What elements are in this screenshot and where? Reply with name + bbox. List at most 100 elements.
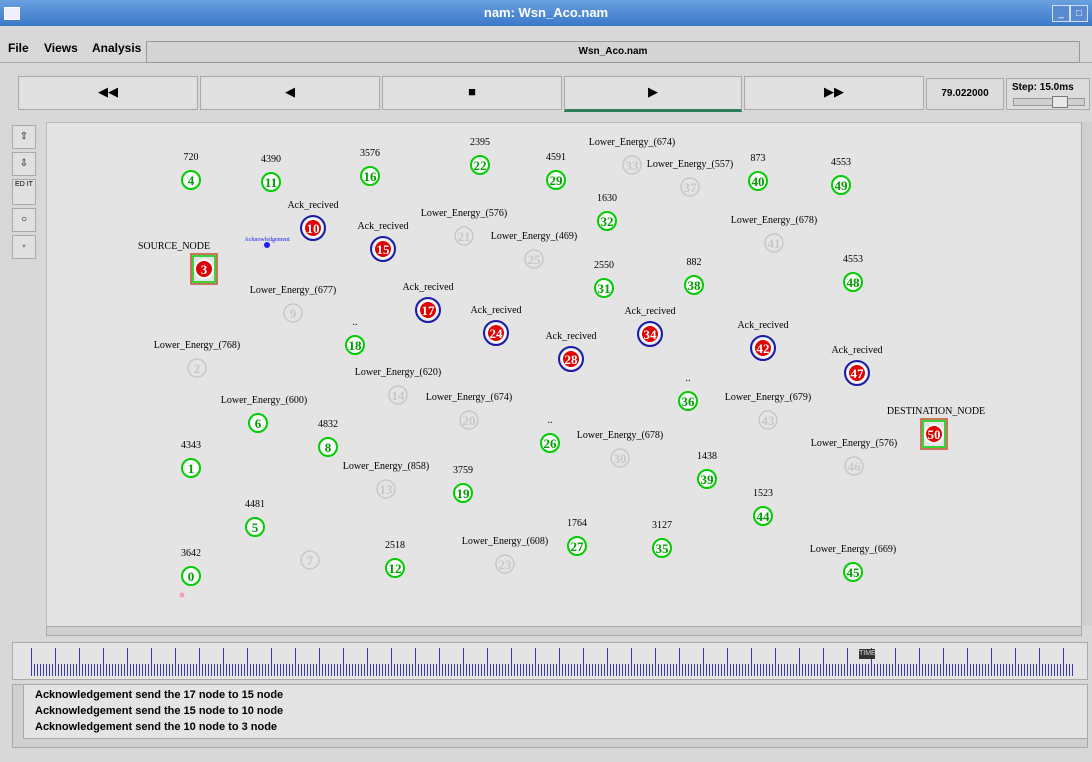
node-37[interactable]: 37 Lower_Energy_(557) (647, 159, 733, 197)
node-6[interactable]: 6 Lower_Energy_(600) (221, 395, 307, 433)
node-5[interactable]: 5 4481 (245, 499, 265, 537)
node-4[interactable]: 4 720 (181, 152, 201, 190)
step-slider-knob[interactable] (1052, 96, 1068, 108)
node-0[interactable]: 0 3642 (181, 548, 201, 586)
zoom-out-icon[interactable]: ⇩ (12, 152, 36, 176)
node-2[interactable]: 2 Lower_Energy_(768) (154, 340, 240, 378)
node-23[interactable]: 23 Lower_Energy_(608) (462, 536, 548, 574)
node-16[interactable]: 16 3576 (360, 148, 380, 186)
node-label: Ack_recived (357, 221, 408, 232)
node-label: Lower_Energy_(600) (221, 395, 307, 406)
node-25[interactable]: 25 Lower_Energy_(469) (491, 231, 577, 269)
node-id: 17 (422, 303, 436, 318)
node-label: 4832 (318, 419, 338, 430)
node-id: 44 (757, 509, 771, 524)
node-label: DESTINATION_NODE (887, 406, 985, 417)
node-3[interactable]: 3 SOURCE_NODE (138, 241, 218, 285)
node-42[interactable]: 42 Ack_recived (737, 320, 789, 361)
node-28[interactable]: 28 Ack_recived (545, 331, 597, 372)
small-circle-tool-icon[interactable]: ◦ (12, 235, 36, 259)
node-id: 16 (364, 169, 378, 184)
node-50[interactable]: 50 DESTINATION_NODE (887, 406, 985, 450)
node-13[interactable]: 13 Lower_Energy_(858) (343, 461, 429, 499)
step-slider[interactable] (1013, 96, 1085, 108)
edit-button[interactable]: ED IT (12, 179, 36, 205)
node-id: 36 (682, 394, 696, 409)
play-button[interactable]: ▶ (564, 76, 742, 112)
node-id: 3 (201, 262, 208, 277)
node-label: 1438 (697, 451, 717, 462)
stop-button[interactable]: ■ (382, 76, 562, 110)
canvas-vertical-scrollbar[interactable] (1081, 122, 1092, 626)
node-31[interactable]: 31 2550 (594, 260, 614, 298)
timeline-minor-ticks (31, 664, 1075, 676)
node-id: 45 (847, 565, 861, 580)
node-19[interactable]: 19 3759 (453, 465, 473, 503)
node-id: 6 (255, 416, 262, 431)
node-36[interactable]: 36.. (678, 373, 698, 411)
node-11[interactable]: 11 4390 (261, 154, 281, 192)
node-20[interactable]: 20 Lower_Energy_(674) (426, 392, 512, 430)
node-17[interactable]: 17 Ack_recived (402, 282, 454, 323)
node-49[interactable]: 49 4553 (831, 157, 851, 195)
log-line: Acknowledgement send the 15 node to 10 n… (35, 705, 284, 717)
node-10[interactable]: 10 Ack_recived (287, 200, 339, 241)
node-29[interactable]: 29 4591 (546, 152, 566, 190)
circle-tool-icon[interactable]: ○ (12, 208, 36, 232)
node-id: 7 (307, 553, 314, 568)
node-46[interactable]: 46 Lower_Energy_(576) (811, 438, 897, 476)
node-30[interactable]: 30 Lower_Energy_(678) (577, 430, 663, 468)
node-44[interactable]: 44 1523 (753, 488, 773, 526)
rewind-button[interactable]: ◀◀ (18, 76, 198, 110)
canvas-horizontal-scrollbar[interactable] (46, 626, 1082, 636)
log-horizontal-scrollbar[interactable] (23, 738, 1087, 747)
node-27[interactable]: 27 1764 (567, 518, 587, 556)
menu-views[interactable]: Views (44, 41, 78, 55)
node-15[interactable]: 15 Ack_recived (357, 221, 409, 262)
node-id: 24 (490, 326, 504, 341)
node-24[interactable]: 24 Ack_recived (470, 305, 522, 346)
node-32[interactable]: 32 1630 (597, 193, 617, 231)
step-back-button[interactable]: ◀ (200, 76, 380, 110)
node-id: 12 (389, 561, 402, 576)
node-22[interactable]: 22 2395 (470, 137, 490, 175)
step-label: Step: 15.0ms (1012, 82, 1074, 93)
node-12[interactable]: 12 2518 (385, 540, 405, 578)
node-label: Ack_recived (402, 282, 453, 293)
node-40[interactable]: 40 873 (748, 153, 768, 191)
node-47[interactable]: 47 Ack_recived (831, 345, 883, 386)
node-1[interactable]: 1 4343 (181, 440, 201, 478)
node-9[interactable]: 9 Lower_Energy_(677) (250, 285, 336, 323)
node-38[interactable]: 38 882 (684, 257, 704, 295)
node-39[interactable]: 39 1438 (697, 451, 717, 489)
tool-column: ⇧ ⇩ ED IT ○ ◦ (12, 125, 36, 262)
node-8[interactable]: 8 4832 (318, 419, 338, 457)
zoom-in-icon[interactable]: ⇧ (12, 125, 36, 149)
node-label: 3127 (652, 520, 672, 531)
time-display: 79.022000 (926, 78, 1004, 110)
node-7[interactable]: 7 (300, 550, 320, 570)
node-label: 2395 (470, 137, 490, 148)
fast-forward-button[interactable]: ▶▶ (744, 76, 924, 110)
node-45[interactable]: 45 Lower_Energy_(669) (810, 544, 896, 582)
menu-file[interactable]: File (8, 41, 29, 55)
node-48[interactable]: 48 4553 (843, 254, 863, 292)
node-id: 21 (458, 229, 471, 244)
timeline-marker[interactable]: TIME (859, 649, 876, 659)
node-26[interactable]: 26.. (540, 415, 560, 453)
node-35[interactable]: 35 3127 (652, 520, 672, 558)
timeline-slider[interactable]: TIME (12, 642, 1088, 680)
node-41[interactable]: 41 Lower_Energy_(678) (731, 215, 817, 253)
node-label: 2550 (594, 260, 614, 271)
node-label: 4553 (843, 254, 863, 265)
node-18[interactable]: 18.. (345, 317, 365, 355)
maximize-button[interactable]: □ (1070, 5, 1088, 22)
node-id: 50 (928, 427, 941, 442)
minimize-button[interactable]: _ (1052, 5, 1070, 22)
node-43[interactable]: 43 Lower_Energy_(679) (725, 392, 811, 430)
node-34[interactable]: 34 Ack_recived (624, 306, 676, 347)
network-canvas[interactable]: 0 3642 1 4343 2 Lower_Energy_(768) 3 SOURCE_NOD… (46, 122, 1082, 628)
menu-analysis[interactable]: Analysis (92, 41, 141, 55)
node-label: 4481 (245, 499, 265, 510)
node-id: 9 (290, 306, 297, 321)
